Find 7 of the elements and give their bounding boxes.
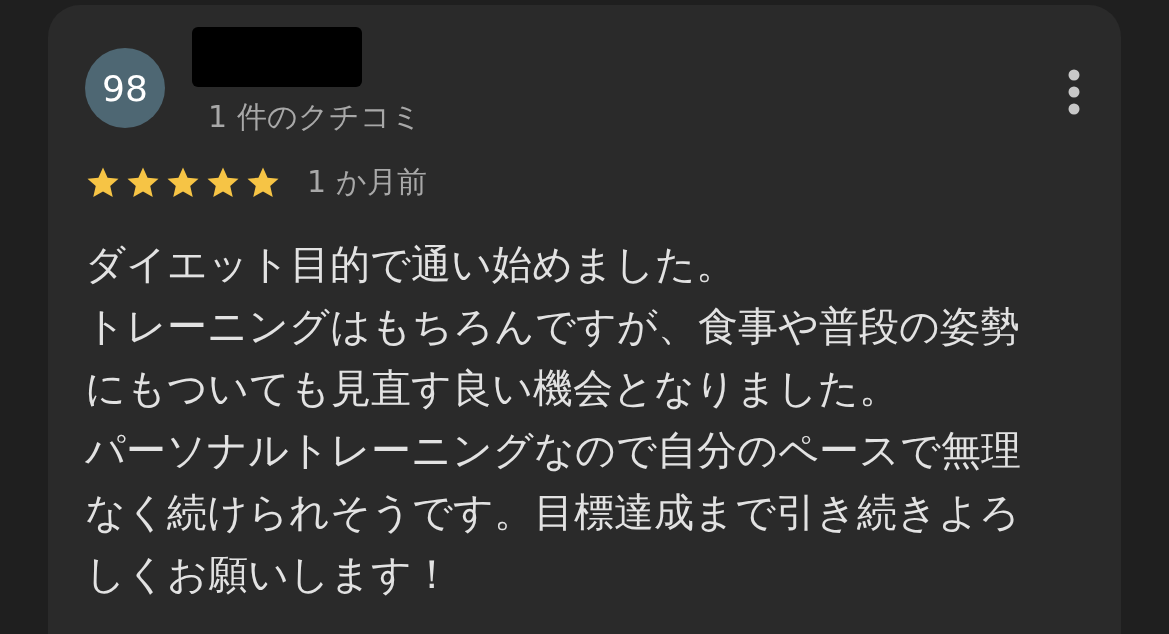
review-count: 1 件のクチコミ xyxy=(208,98,423,136)
review-text: パーソナルトレーニングなので自分のペースで無理なく続けられそうです。目標達成まで引き続きよろしくお願いします！ xyxy=(85,426,1022,599)
avatar: 98 xyxy=(85,48,165,128)
review-time: 1 か月前 xyxy=(307,163,427,201)
review-text: トレーニングはもちろんですが、食事や普段の姿勢にもついても見直す良い機会となりました。 xyxy=(85,302,1021,413)
review-text: ダイエット目的で通い始めました。 xyxy=(85,240,737,289)
more-options-icon[interactable] xyxy=(1067,69,1081,115)
